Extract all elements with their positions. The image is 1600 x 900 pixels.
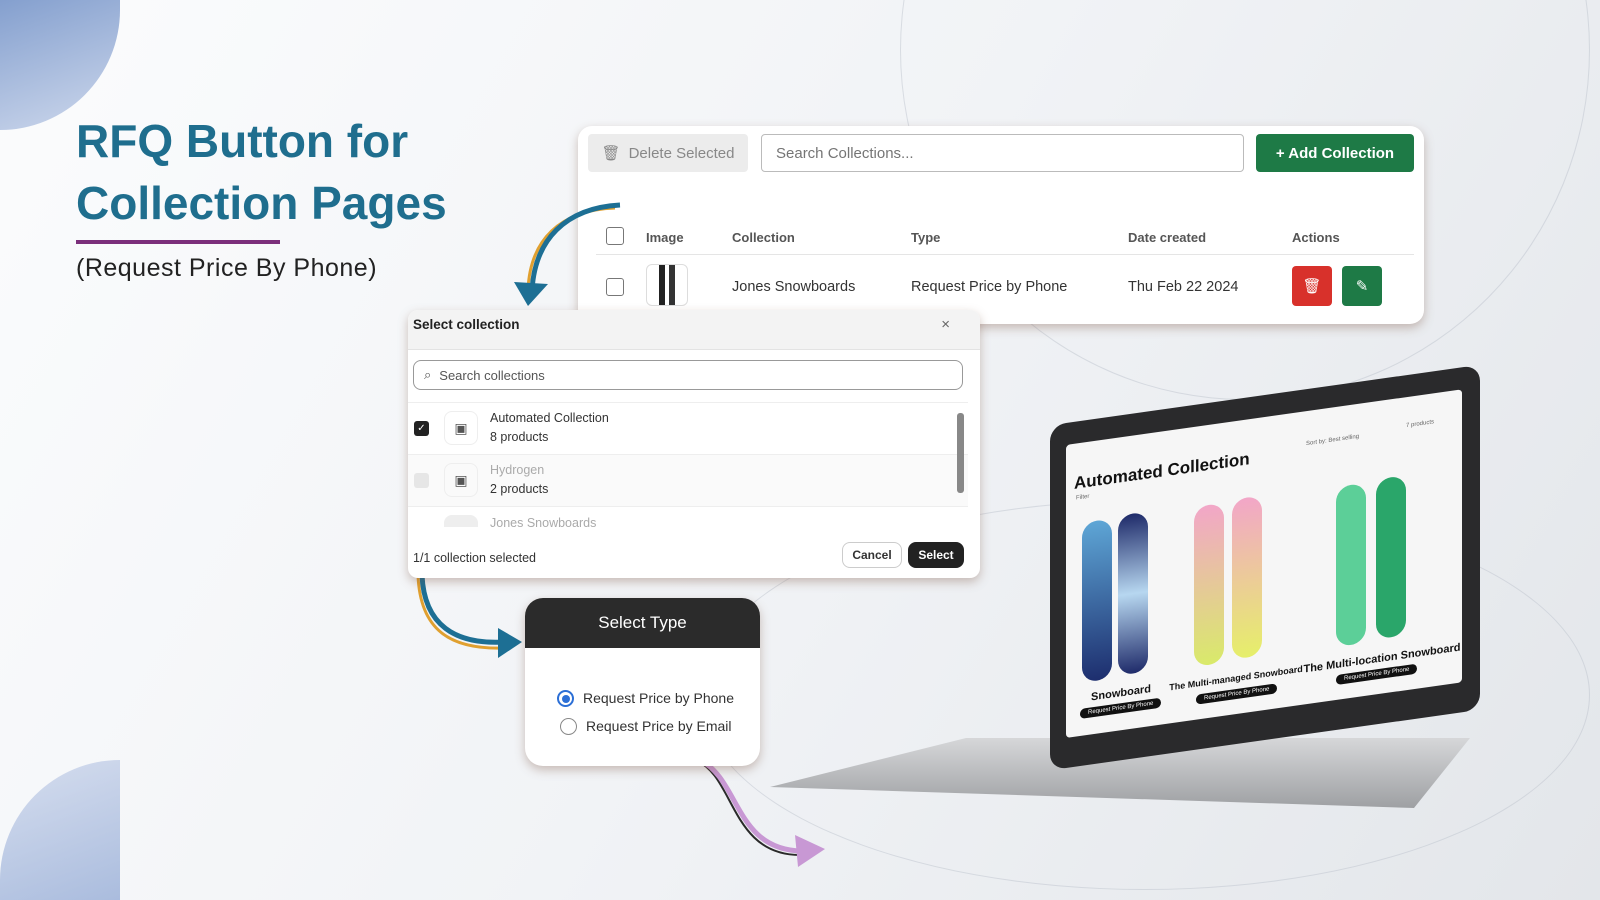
cell-date: Thu Feb 22 2024 (1128, 279, 1239, 295)
store-heading: Automated Collection (1074, 449, 1250, 493)
header-actions: Actions (1292, 230, 1340, 245)
laptop: Automated Collection Filter Sort by: Bes… (1050, 364, 1480, 771)
title-underline (76, 240, 280, 244)
sort-control[interactable]: Sort by: Best selling (1306, 434, 1359, 447)
snowboard-image (1194, 502, 1224, 667)
checkbox-disabled (414, 473, 429, 488)
collection-list: ✓ ▣ Automated Collection 8 products ▣ Hy… (408, 402, 968, 527)
select-button[interactable]: Select (908, 542, 964, 568)
radio-email[interactable] (560, 718, 577, 735)
header-date[interactable]: Date created (1128, 230, 1206, 245)
select-type-card: Select Type Request Price by Phone Reque… (525, 598, 760, 766)
close-icon[interactable]: × (941, 316, 950, 333)
snowboard-image (1232, 495, 1262, 660)
trash-icon: 🗑 (601, 145, 621, 162)
hero-subtitle: (Request Price By Phone) (76, 254, 378, 282)
hero-title: RFQ Button for Collection Pages (76, 115, 447, 229)
list-item[interactable]: ✓ ▣ Automated Collection 8 products (408, 403, 968, 455)
collections-table-card: 🗑Delete Selected + Add Collection Image … (578, 126, 1424, 324)
collection-thumbnail (444, 515, 478, 527)
list-item[interactable]: Jones Snowboards (408, 507, 968, 527)
edit-row-button[interactable]: ✎ (1342, 266, 1382, 306)
delete-selected-button[interactable]: 🗑 Delete Selected (588, 134, 748, 172)
scrollbar[interactable] (957, 413, 964, 493)
divider (596, 254, 1414, 255)
decor-blob (0, 760, 120, 900)
radio-phone-selected[interactable] (557, 690, 574, 707)
modal-header: Select collection × (408, 310, 980, 350)
checkbox-checked[interactable]: ✓ (414, 421, 429, 436)
image-placeholder-icon: ▣ (444, 463, 478, 497)
item-name: Jones Snowboards (490, 516, 597, 527)
pencil-icon: ✎ (1355, 278, 1369, 295)
search-collections-input[interactable] (761, 134, 1244, 172)
snowboard-image (1336, 482, 1366, 648)
header-image: Image (646, 230, 684, 245)
option-label: Request Price by Phone (583, 690, 734, 706)
cell-collection: Jones Snowboards (732, 279, 856, 295)
option-label: Request Price by Email (586, 718, 732, 734)
item-count: 8 products (490, 430, 549, 444)
trash-icon: 🗑 (1302, 278, 1322, 295)
item-name: Automated Collection (490, 411, 609, 425)
storefront-screen: Automated Collection Filter Sort by: Bes… (1066, 389, 1462, 738)
add-collection-button[interactable]: + Add Collection (1256, 134, 1414, 172)
snowboard-image (1118, 511, 1148, 676)
image-placeholder-icon: ▣ (444, 411, 478, 445)
selection-status: 1/1 collection selected (413, 551, 536, 565)
list-item[interactable]: ▣ Hydrogen 2 products (408, 455, 968, 507)
select-type-title: Select Type (525, 598, 760, 648)
snowboard-image (1376, 475, 1406, 640)
product-count: 7 products (1406, 419, 1435, 430)
arrow-icon (416, 574, 522, 658)
select-collection-modal: Select collection × ⌕ Search collections … (408, 310, 980, 578)
modal-title: Select collection (413, 317, 520, 332)
snowboard-image (1082, 518, 1112, 683)
collection-thumbnail (646, 264, 688, 306)
filter-link[interactable]: Filter (1076, 494, 1089, 502)
cell-type: Request Price by Phone (911, 279, 1068, 295)
item-count: 2 products (490, 482, 549, 496)
search-collections-field[interactable]: ⌕ Search collections (413, 360, 963, 390)
item-name: Hydrogen (490, 463, 545, 477)
header-type[interactable]: Type (911, 230, 940, 245)
search-icon: ⌕ (424, 367, 432, 382)
delete-row-button[interactable]: 🗑 (1292, 266, 1332, 306)
arrow-icon (694, 757, 825, 867)
arrow-icon (514, 202, 621, 306)
header-collection[interactable]: Collection (732, 230, 795, 245)
cancel-button[interactable]: Cancel (842, 542, 902, 568)
